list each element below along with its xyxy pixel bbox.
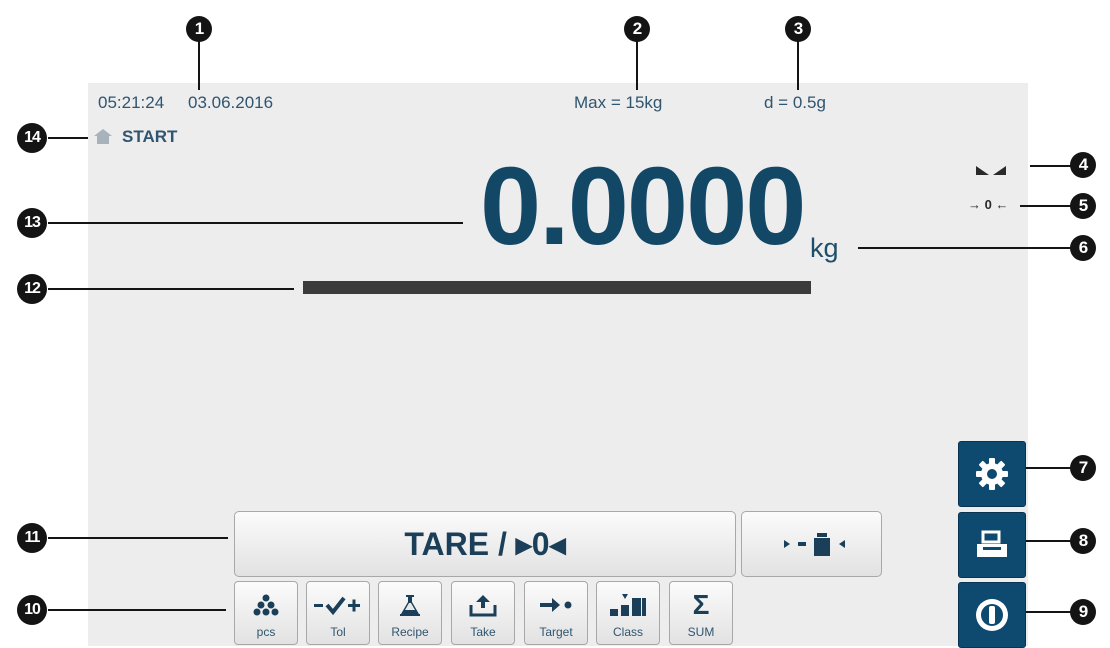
leader-line-5: [1020, 205, 1072, 207]
target-icon: [539, 588, 573, 622]
leader-line-9: [1026, 611, 1072, 613]
class-button[interactable]: Class: [596, 581, 660, 645]
class-icon: [608, 588, 648, 622]
readability-d: d = 0.5g: [764, 93, 826, 112]
tare-zero-button[interactable]: TARE / ▸0◂: [234, 511, 736, 577]
home-icon[interactable]: [93, 127, 113, 145]
leader-line-10: [48, 609, 226, 611]
leader-line-2: [636, 40, 638, 90]
callout-4: 4: [1070, 152, 1096, 178]
bargraph: [303, 281, 811, 294]
callout-2: 2: [624, 16, 650, 42]
tare-weight-icon: [783, 533, 845, 556]
recipe-flask-icon: [399, 588, 421, 622]
callout-5: 5: [1070, 193, 1096, 219]
callout-10: 10: [17, 595, 47, 625]
take-label: Take: [470, 625, 496, 639]
leader-line-6: [858, 247, 1072, 249]
callout-12: 12: [17, 274, 47, 304]
leader-line-14: [48, 137, 88, 139]
leader-line-12: [48, 288, 294, 290]
callout-3: 3: [785, 16, 811, 42]
clock-time: 05:21:24: [98, 93, 165, 112]
callout-14: 14: [17, 123, 47, 153]
target-button[interactable]: Target: [524, 581, 588, 645]
leader-line-3: [797, 40, 799, 90]
callout-6: 6: [1070, 235, 1096, 261]
sum-label: SUM: [687, 625, 715, 639]
recipe-button[interactable]: Recipe: [378, 581, 442, 645]
tare-zero-label: TARE / ▸0◂: [404, 526, 566, 562]
tolerance-icon: [313, 588, 363, 622]
leader-line-7: [1026, 467, 1072, 469]
weight-value: 0.0000: [480, 145, 806, 268]
clock-date: 03.06.2016: [188, 93, 274, 112]
tol-button[interactable]: Tol: [306, 581, 370, 645]
sum-button[interactable]: Σ SUM: [669, 581, 733, 645]
take-upload-icon: [469, 588, 497, 622]
stability-icon: [976, 166, 1006, 175]
max-capacity: Max = 15kg: [574, 93, 663, 112]
callout-8: 8: [1070, 528, 1096, 554]
callout-13: 13: [17, 208, 47, 238]
take-button[interactable]: Take: [451, 581, 515, 645]
target-label: Target: [539, 625, 573, 639]
pcs-label: pcs: [256, 625, 276, 639]
class-label: Class: [612, 625, 643, 639]
callout-7: 7: [1070, 455, 1096, 481]
power-icon: [976, 599, 1008, 631]
leader-line-1: [198, 40, 200, 90]
tol-label: Tol: [330, 625, 346, 639]
pieces-icon: [253, 588, 279, 622]
leader-line-4: [1030, 165, 1072, 167]
callout-1: 1: [186, 16, 212, 42]
settings-button[interactable]: [958, 441, 1026, 507]
tare-weight-button[interactable]: [741, 511, 882, 577]
weight-unit: kg: [810, 233, 839, 263]
leader-line-13: [48, 222, 463, 224]
zero-indicator: → 0 ←: [968, 197, 1009, 212]
gear-icon: [976, 458, 1008, 490]
printer-icon: [977, 530, 1007, 557]
breadcrumb-start[interactable]: START: [122, 127, 177, 147]
print-button[interactable]: [958, 512, 1026, 578]
recipe-label: Recipe: [391, 625, 429, 639]
pcs-button[interactable]: pcs: [234, 581, 298, 645]
power-button[interactable]: [958, 582, 1026, 648]
callout-9: 9: [1070, 599, 1096, 625]
leader-line-11: [48, 537, 228, 539]
leader-line-8: [1026, 540, 1072, 542]
callout-11: 11: [17, 523, 47, 553]
sum-icon: Σ: [692, 589, 710, 620]
